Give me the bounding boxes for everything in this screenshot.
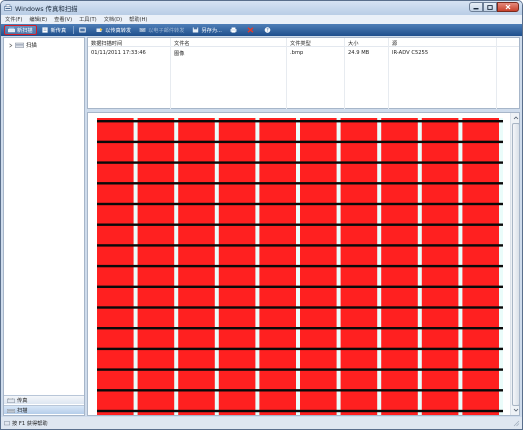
delete-button[interactable] [244,25,259,35]
row-scan-time: 01/11/2011 17:33:46 [91,50,146,56]
window-title: Windows 传真和扫描 [15,5,78,13]
row-file-type: .bmp [290,50,304,56]
view-icon [79,27,86,33]
help-icon: ? [264,27,271,33]
status-bar: 按 F1 获得帮助 [1,417,522,429]
save-as-button[interactable]: 另存为... [189,25,225,35]
menu-file[interactable]: 文件(F) [5,16,22,23]
scanner-icon [7,408,15,413]
save-as-label: 另存为... [201,27,222,34]
svg-text:?: ? [266,28,268,33]
image-black-line [97,140,503,144]
menu-tools[interactable]: 工具(T) [79,16,97,23]
help-button[interactable]: ? [261,25,276,35]
menu-document[interactable]: 文档(D) [104,16,122,23]
image-black-line [97,161,503,164]
image-black-line [97,223,503,226]
row-file-name: 图像 [174,51,185,57]
minimize-icon [473,7,479,9]
image-black-line [97,285,503,288]
new-fax-icon [41,27,48,33]
nav-scan-button[interactable]: 扫描 [4,405,84,414]
delete-icon [247,27,254,33]
image-black-line [97,306,503,309]
image-black-line [97,202,503,206]
new-scan-button[interactable]: 新扫描 [4,25,37,35]
header-size[interactable]: 大小 [348,40,358,47]
menu-help[interactable]: 帮助(H) [129,16,147,23]
table-row[interactable]: 01/11/2011 17:33:46 图像 .bmp 24.9 MB IR-A… [88,49,519,57]
new-fax-label: 新传真 [50,27,67,34]
view-button[interactable] [76,25,91,35]
forward-as-email-button[interactable]: 以电子邮件转发 [136,25,187,35]
tree-item-label: 扫描 [26,43,37,49]
image-black-line [97,120,503,123]
file-list: 数据扫描时间 文件名 文件类型 大小 源 01/11/2011 17:33:46… [87,37,520,110]
image-black-line [97,327,503,330]
nav-fax-label: 传真 [17,397,28,404]
scrollbar-thumb[interactable] [512,123,519,406]
toolbar: 新扫描 新传真 以传真转发 以电子邮件转发 另存为... ? [1,24,522,36]
scanned-image-canvas [97,118,503,415]
forward-as-fax-label: 以传真转发 [105,27,132,34]
tree-item-scan[interactable]: 扫描 [8,41,37,49]
print-icon [230,27,237,33]
menu-bar: 文件(F) 编辑(E) 查看(V) 工具(T) 文档(D) 帮助(H) [1,15,522,24]
print-button[interactable] [227,25,242,35]
forward-as-fax-button[interactable]: 以传真转发 [93,25,134,35]
scanner-icon [8,27,15,33]
header-file-name[interactable]: 文件名 [174,40,190,47]
image-black-line [97,409,503,413]
close-icon [505,4,511,10]
preview-pane [87,112,520,416]
new-fax-button[interactable]: 新传真 [39,25,70,35]
row-size: 24.9 MB [348,50,370,56]
save-icon [193,27,199,33]
image-black-line [97,347,503,351]
close-button[interactable] [497,2,519,12]
status-text: 按 F1 获得帮助 [12,420,48,427]
email-icon [139,27,146,32]
scan-folder-icon [15,42,24,48]
list-header: 数据扫描时间 文件名 文件类型 大小 源 [88,39,519,47]
resize-grip-icon[interactable] [513,420,520,427]
image-black-line [97,389,503,392]
fax-scan-app-icon [4,4,12,11]
forward-as-email-label: 以电子邮件转发 [148,27,185,34]
row-source: IR-ADV C5255 [392,50,429,56]
menu-edit[interactable]: 编辑(E) [29,16,47,23]
image-black-line [97,244,503,247]
vertical-scrollbar[interactable] [510,113,520,415]
maximize-button[interactable] [483,2,497,12]
maximize-icon [487,4,493,10]
status-scanner-icon [4,421,10,426]
forward-fax-icon [96,27,103,32]
navigation-pane: 扫描 传真 扫描 [3,37,85,416]
nav-fax-button[interactable]: 传真 [4,395,84,404]
toolbar-separator [73,26,75,34]
menu-view[interactable]: 查看(V) [54,16,72,23]
scanned-image [97,118,503,415]
fax-icon [7,397,15,403]
image-black-line [97,264,503,268]
minimize-button[interactable] [469,2,483,12]
image-black-line [97,182,503,185]
nav-scan-label: 扫描 [17,407,28,414]
title-bar[interactable]: Windows 传真和扫描 [1,1,522,15]
header-file-type[interactable]: 文件类型 [290,40,311,47]
app-window: Windows 传真和扫描 文件(F) 编辑(E) 查看(V) 工具(T) 文档… [0,0,523,430]
scroll-up-arrow-icon[interactable] [512,114,520,122]
header-source[interactable]: 源 [392,40,397,47]
header-scan-time[interactable]: 数据扫描时间 [91,40,122,47]
image-black-line [97,368,503,371]
new-scan-label: 新扫描 [17,27,33,34]
expand-arrow-icon[interactable] [8,43,13,48]
scroll-down-arrow-icon[interactable] [512,406,520,414]
